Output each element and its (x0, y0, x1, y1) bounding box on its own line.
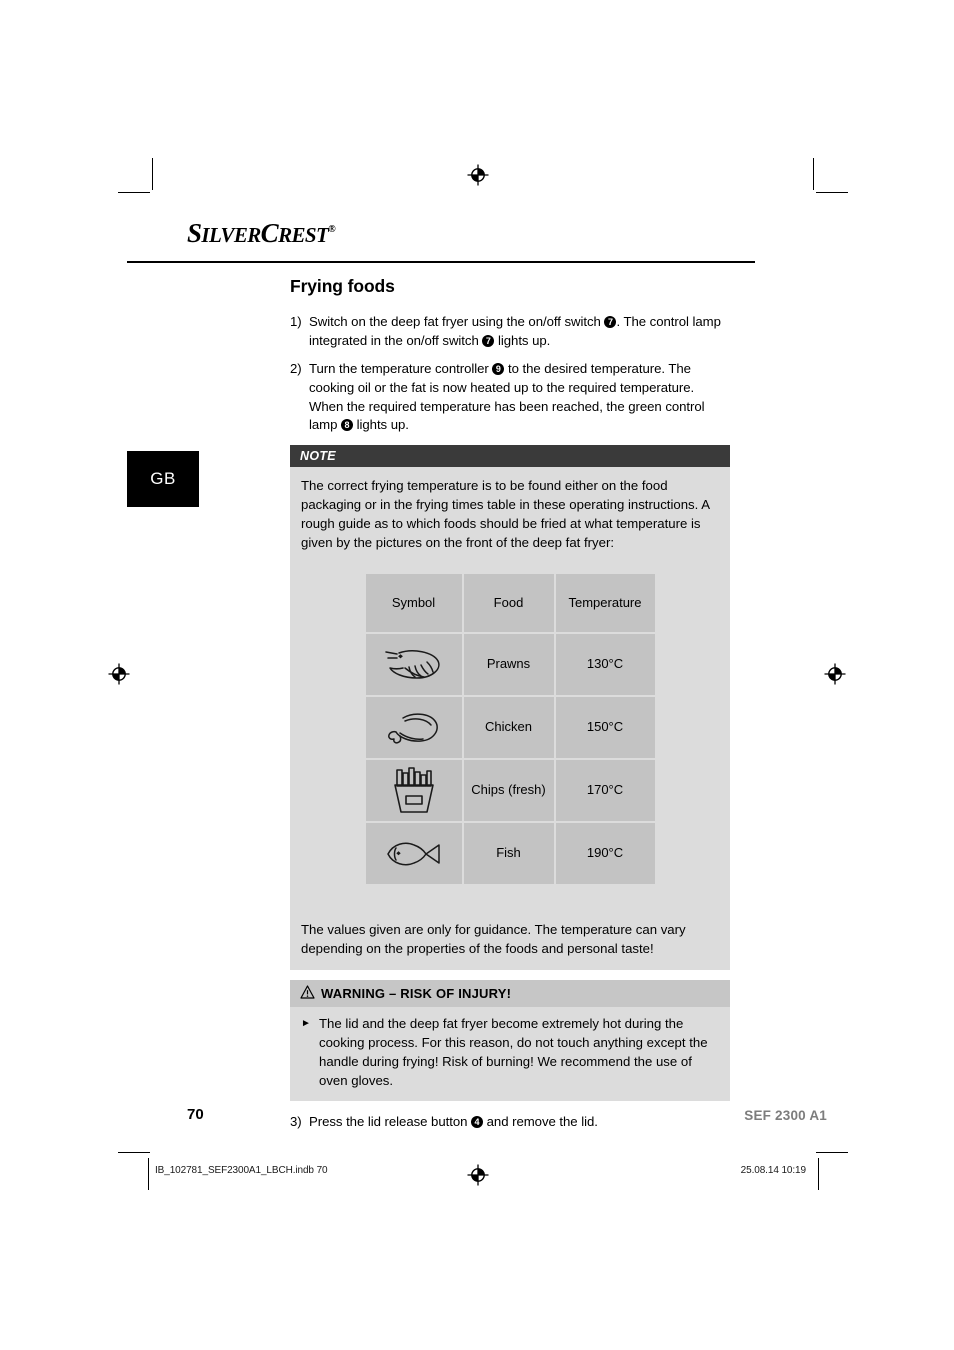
note-heading: NOTE (290, 445, 730, 468)
header-divider (127, 261, 755, 263)
note-body-text: The correct frying temperature is to be … (301, 478, 710, 551)
crop-mark-top-left-horizontal (118, 192, 150, 193)
crop-mark-top-right-vertical (813, 158, 814, 190)
table-row: Chips (fresh) 170°C (365, 760, 655, 822)
logo-ilver: ILVER (201, 223, 261, 247)
warning-body-text: The lid and the deep fat fryer become ex… (319, 1016, 708, 1089)
page-content: Frying foods 1) Switch on the deep fat fr… (290, 276, 730, 1141)
language-tab-gb: GB (127, 451, 199, 507)
logo-letter-c: C (260, 218, 279, 248)
printbar-filename: IB_102781_SEF2300A1_LBCH.indb 70 (155, 1165, 328, 1176)
callout-number-icon: 7 (604, 316, 617, 328)
language-tab-label: GB (150, 469, 176, 488)
cell-symbol (365, 823, 462, 885)
document-page: SILVERCREST® GB Frying foods 1) Switch on… (127, 198, 827, 1158)
note-body: The correct frying temperature is to be … (290, 467, 730, 920)
step-3-container: 3) Press the lid release button 4 and rem… (290, 1113, 730, 1132)
prawn-icon (384, 649, 440, 679)
column-header-temperature: Temperature (555, 574, 655, 633)
warning-box: WARNING – RISK OF INJURY! ► The lid and … (290, 980, 730, 1102)
step-item: 3) Press the lid release button 4 and rem… (290, 1113, 730, 1132)
crop-mark-top-left-vertical (152, 158, 153, 190)
table-body: Prawns 130°C Chicken 150°C Chips (fresh) 17… (365, 634, 655, 885)
chicken-icon (387, 713, 438, 744)
callout-number-icon: 9 (492, 362, 505, 375)
callout-number-icon: 4 (471, 1116, 484, 1129)
warning-heading-label: WARNING – RISK OF INJURY! (321, 986, 512, 1002)
note-box: NOTE The correct frying temperature is t… (290, 445, 730, 971)
cell-symbol (365, 634, 462, 696)
step-item: 1) Switch on the deep fat fryer using the… (290, 313, 730, 351)
step-number: 1) (290, 314, 302, 329)
callout-number-icon: 8 (341, 419, 353, 432)
cell-temperature: 150°C (555, 697, 655, 759)
warning-heading: WARNING – RISK OF INJURY! (290, 980, 730, 1008)
cell-food: Prawns (463, 634, 554, 696)
cell-symbol (365, 697, 462, 759)
cell-temperature: 190°C (555, 823, 655, 885)
registration-mark-top (467, 164, 489, 186)
step-text: Switch on the deep fat fryer using the o… (309, 314, 721, 348)
page-title: Frying foods (290, 276, 395, 296)
column-header-symbol: Symbol (365, 574, 462, 633)
cell-temperature: 170°C (555, 760, 655, 822)
step-number: 3) (290, 1114, 302, 1130)
registration-mark-right (824, 663, 846, 685)
cell-food: Chicken (463, 697, 554, 759)
printbar-datetime: 25.08.14 10:19 (740, 1165, 806, 1176)
step-text: Turn the temperature controller 9 to the… (309, 360, 705, 433)
registered-trademark-symbol: ® (328, 224, 336, 235)
step-item: 2) Turn the temperature controller 9 to t… (290, 360, 730, 436)
steps-list: 1) Switch on the deep fat fryer using the… (290, 313, 730, 435)
logo-letter-s: S (187, 218, 202, 248)
model-identifier: SEF 2300 A1 (744, 1108, 827, 1123)
cell-symbol (365, 760, 462, 822)
table-row: Prawns 130°C (365, 634, 655, 696)
note-footer: The values given are only for guidance. … (290, 920, 730, 970)
table-row: Chicken 150°C (365, 697, 655, 759)
note-footer-text: The values given are only for guidance. … (301, 922, 686, 957)
table-row: Fish 190°C (365, 823, 655, 885)
step-text: Press the lid release button 4 and remov… (309, 1114, 598, 1130)
warning-body: ► The lid and the deep fat fryer become … (290, 1007, 730, 1101)
page-number: 70 (187, 1106, 204, 1123)
cell-food: Fish (463, 823, 554, 885)
symbol-food-temperature-table: Symbol Food Temperature Prawns 130°C Chi… (363, 572, 657, 887)
crop-mark-top-right-horizontal (816, 192, 848, 193)
registration-mark-printbar (467, 1164, 489, 1186)
printbar-rule-left (148, 1158, 149, 1190)
warning-bullet-icon: ► (301, 1018, 311, 1030)
fish-icon (386, 842, 440, 866)
silvercrest-logo: SILVERCREST® (187, 218, 336, 249)
step-number: 2) (290, 360, 302, 376)
printbar-rule-right (818, 1158, 819, 1190)
warning-triangle-icon (300, 985, 315, 1002)
chips-icon (393, 766, 434, 813)
table-header-row: Symbol Food Temperature (365, 574, 655, 633)
cell-food: Chips (fresh) (463, 760, 554, 822)
logo-rest: REST (278, 223, 329, 247)
cell-temperature: 130°C (555, 634, 655, 696)
callout-number-icon: 7 (482, 334, 495, 347)
column-header-food: Food (463, 574, 554, 633)
